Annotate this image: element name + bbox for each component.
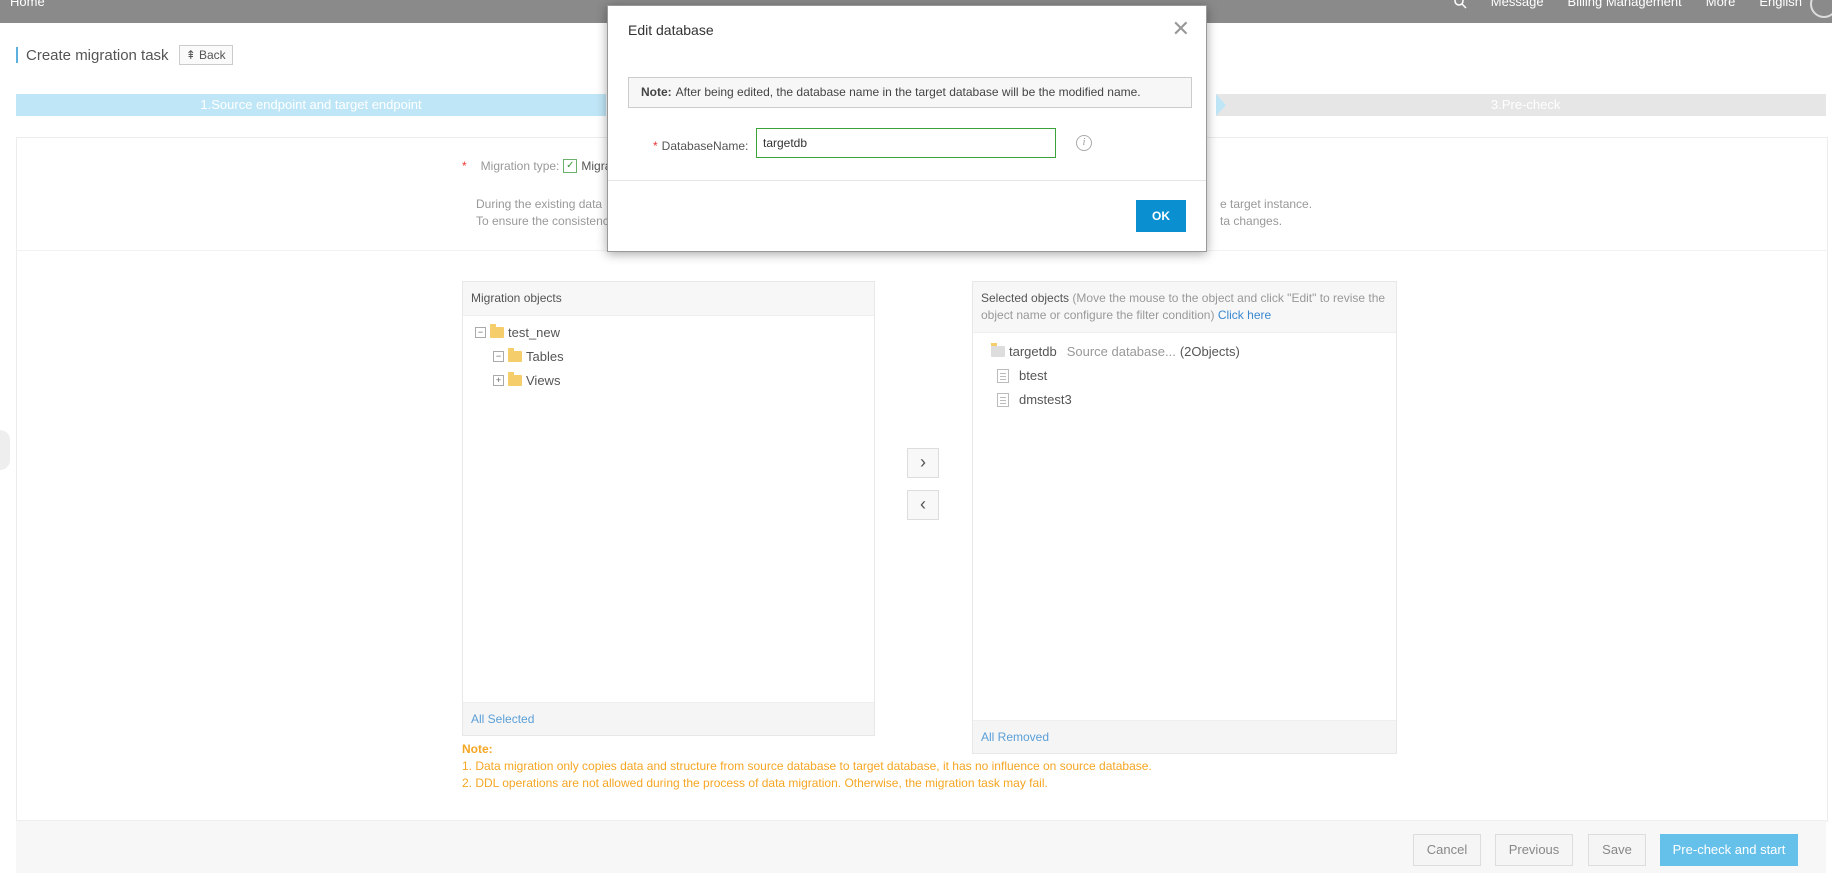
title-accent-bar — [16, 47, 18, 63]
required-star: * — [462, 159, 467, 173]
close-icon[interactable]: ✕ — [1172, 18, 1190, 40]
migration-description-right: e target instance. ta changes. — [1220, 196, 1312, 230]
selected-item[interactable]: dmstest3 — [997, 392, 1072, 407]
objects-section — [16, 250, 1828, 822]
all-selected-link[interactable]: All Selected — [463, 702, 874, 735]
table-icon — [997, 392, 1009, 407]
selected-db-node[interactable]: targetdb Source database... (2Objects) — [991, 343, 1240, 359]
edit-database-dialog: Edit database ✕ Note: After being edited,… — [607, 5, 1207, 252]
back-label: Back — [198, 48, 226, 62]
chevron-right-icon: › — [920, 452, 926, 472]
selected-db-count: (2Objects) — [1179, 344, 1240, 359]
selected-db-source: Source database... — [1066, 344, 1176, 359]
migration-notes: Note: 1. Data migration only copies data… — [462, 741, 1152, 792]
migration-type-row: * Migration type: ✓ Migra — [462, 159, 611, 173]
selected-objects-panel: Selected objects (Move the mouse to the … — [972, 281, 1397, 754]
move-left-button[interactable]: ‹ — [907, 490, 939, 520]
cancel-button[interactable]: Cancel — [1413, 834, 1481, 866]
step-3-label: 3.Pre-check — [1491, 97, 1561, 112]
tree-node-tables[interactable]: − Tables — [493, 348, 564, 364]
tree-node-label: Views — [526, 373, 561, 388]
folder-open-icon — [508, 372, 522, 386]
dialog-note-label: Note: — [641, 85, 672, 99]
migration-description: During the existing data To ensure the c… — [476, 196, 609, 230]
folder-icon — [508, 348, 522, 362]
note-line-1: 1. Data migration only copies data and s… — [462, 759, 1152, 773]
back-button[interactable]: ⇞ Back — [178, 45, 233, 65]
tree-node-db[interactable]: − test_new — [475, 324, 561, 340]
back-arrow-icon: ⇞ — [185, 48, 196, 62]
ok-button[interactable]: OK — [1136, 200, 1186, 232]
folder-icon — [490, 324, 504, 338]
migration-type-checkbox[interactable]: ✓ — [563, 159, 578, 173]
selected-item-label: btest — [1019, 368, 1048, 383]
nav-billing[interactable]: Billing Management — [1568, 0, 1682, 9]
database-name-input[interactable] — [756, 128, 1056, 158]
selected-objects-title: Selected objects — [981, 291, 1070, 305]
desc-line-2: To ensure the consistenc — [476, 214, 609, 228]
step-arrow-icon — [1216, 94, 1226, 116]
table-icon — [997, 368, 1009, 383]
collapse-icon[interactable]: − — [493, 351, 504, 362]
page-header: Create migration task ⇞ Back — [16, 45, 233, 65]
database-name-label: * DatabaseName: — [653, 139, 748, 153]
tree-node-views[interactable]: + Views — [493, 372, 561, 388]
top-nav-right: Message Billing Management More English — [1453, 0, 1802, 9]
selected-item[interactable]: btest — [997, 368, 1047, 383]
desc-right-2: ta changes. — [1220, 214, 1283, 228]
tree-node-label: Tables — [526, 349, 564, 364]
desc-right-1: e target instance. — [1220, 197, 1313, 211]
side-drawer-handle-icon[interactable] — [0, 430, 10, 470]
note-title: Note: — [462, 742, 493, 756]
step-1: 1.Source endpoint and target endpoint — [16, 94, 606, 116]
desc-line-1: During the existing data — [476, 197, 603, 211]
selected-db-name: targetdb — [1009, 344, 1057, 359]
info-icon[interactable]: i — [1076, 135, 1092, 151]
migration-type-label: Migration type: — [480, 159, 560, 173]
nav-home[interactable]: Home — [10, 0, 45, 9]
dialog-title: Edit database — [628, 22, 714, 38]
required-star: * — [653, 139, 658, 153]
database-folder-icon — [991, 343, 1005, 357]
selected-item-label: dmstest3 — [1019, 392, 1072, 407]
click-here-link[interactable]: Click here — [1218, 308, 1271, 322]
chevron-left-icon: ‹ — [920, 494, 926, 514]
migration-objects-title: Migration objects — [463, 282, 874, 316]
expand-icon[interactable]: + — [493, 375, 504, 386]
migration-objects-panel: Migration objects − test_new − Tables + … — [462, 281, 875, 736]
precheck-start-button[interactable]: Pre-check and start — [1660, 834, 1798, 866]
tree-node-label: test_new — [508, 325, 561, 340]
step-3: 3.Pre-check — [1216, 94, 1826, 116]
collapse-icon[interactable]: − — [475, 327, 486, 338]
move-right-button[interactable]: › — [907, 448, 939, 478]
search-icon[interactable] — [1453, 0, 1467, 9]
database-name-label-text: DatabaseName: — [661, 139, 749, 153]
dialog-note-text: After being edited, the database name in… — [675, 85, 1141, 99]
save-button[interactable]: Save — [1588, 834, 1646, 866]
dialog-note: Note: After being edited, the database na… — [628, 77, 1192, 108]
selected-objects-header: Selected objects (Move the mouse to the … — [973, 282, 1396, 333]
avatar[interactable] — [1810, 0, 1832, 18]
nav-message[interactable]: Message — [1491, 0, 1544, 9]
nav-more[interactable]: More — [1706, 0, 1736, 9]
previous-button[interactable]: Previous — [1495, 834, 1573, 866]
page-title: Create migration task — [26, 46, 169, 64]
dialog-divider — [608, 180, 1206, 181]
note-line-2: 2. DDL operations are not allowed during… — [462, 776, 1048, 790]
nav-language[interactable]: English — [1759, 0, 1802, 9]
